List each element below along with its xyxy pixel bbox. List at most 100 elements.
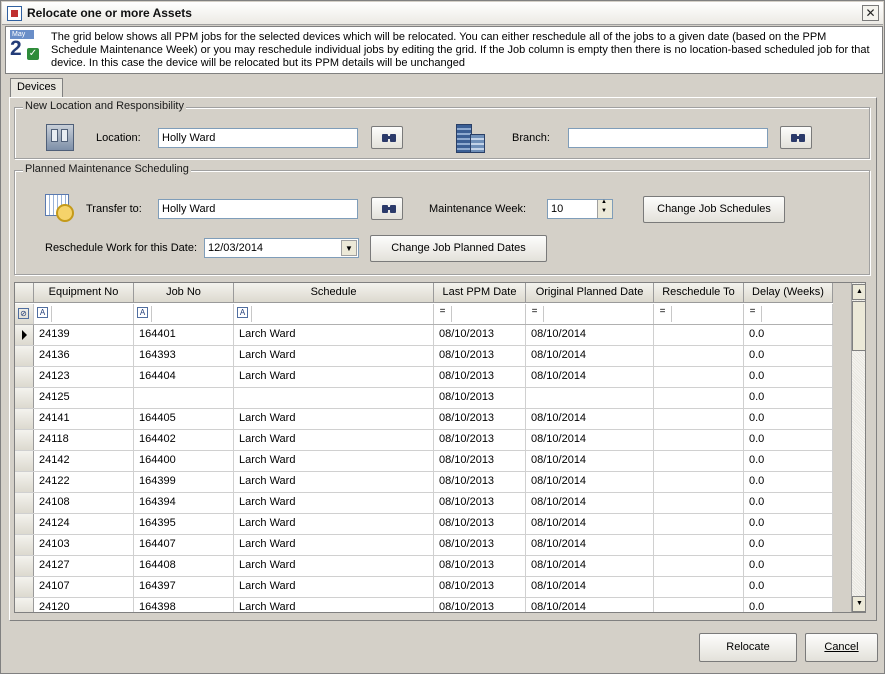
- cell-original-planned-date[interactable]: 08/10/2014: [526, 409, 654, 429]
- cell-original-planned-date[interactable]: 08/10/2014: [526, 577, 654, 597]
- cell-job-no[interactable]: 164400: [134, 451, 234, 471]
- scroll-up-icon[interactable]: ▲: [852, 284, 865, 300]
- location-lookup-button[interactable]: [371, 126, 403, 149]
- table-row[interactable]: 24124 164395 Larch Ward 08/10/2013 08/10/201…: [15, 514, 833, 535]
- table-row[interactable]: 24136 164393 Larch Ward 08/10/2013 08/10/201…: [15, 346, 833, 367]
- cell-original-planned-date[interactable]: 08/10/2014: [526, 535, 654, 555]
- row-selector[interactable]: [15, 556, 34, 576]
- cell-delay-weeks[interactable]: 0.0: [744, 472, 833, 492]
- transfer-to-field[interactable]: Holly Ward: [158, 199, 358, 219]
- row-selector[interactable]: [15, 451, 34, 471]
- cell-schedule[interactable]: Larch Ward: [234, 325, 434, 345]
- cell-delay-weeks[interactable]: 0.0: [744, 409, 833, 429]
- row-selector[interactable]: [15, 598, 34, 612]
- cell-original-planned-date[interactable]: 08/10/2014: [526, 556, 654, 576]
- cell-reschedule-to[interactable]: [654, 472, 744, 492]
- cell-original-planned-date[interactable]: 08/10/2014: [526, 472, 654, 492]
- cell-equipment-no[interactable]: 24107: [34, 577, 134, 597]
- cell-job-no[interactable]: 164397: [134, 577, 234, 597]
- cell-job-no[interactable]: 164394: [134, 493, 234, 513]
- branch-lookup-button[interactable]: [780, 126, 812, 149]
- cell-original-planned-date[interactable]: 08/10/2014: [526, 514, 654, 534]
- cell-job-no[interactable]: 164405: [134, 409, 234, 429]
- column-header-job-no[interactable]: Job No: [134, 283, 234, 303]
- column-header-schedule[interactable]: Schedule: [234, 283, 434, 303]
- filter-clear-icon[interactable]: ⊘: [18, 308, 29, 319]
- reschedule-date-picker[interactable]: 12/03/2014 ▼: [204, 238, 359, 258]
- cell-reschedule-to[interactable]: [654, 514, 744, 534]
- cell-last-ppm-date[interactable]: 08/10/2013: [434, 451, 526, 471]
- table-row[interactable]: 24127 164408 Larch Ward 08/10/2013 08/10/201…: [15, 556, 833, 577]
- cell-job-no[interactable]: 164402: [134, 430, 234, 450]
- tab-devices[interactable]: Devices: [10, 78, 63, 98]
- cell-last-ppm-date[interactable]: 08/10/2013: [434, 472, 526, 492]
- cell-equipment-no[interactable]: 24122: [34, 472, 134, 492]
- row-selector[interactable]: [15, 409, 34, 429]
- table-row[interactable]: 24142 164400 Larch Ward 08/10/2013 08/10/201…: [15, 451, 833, 472]
- cell-job-no[interactable]: 164395: [134, 514, 234, 534]
- filter-cell-original-planned-date[interactable]: =: [526, 304, 654, 324]
- table-row[interactable]: 24103 164407 Larch Ward 08/10/2013 08/10/201…: [15, 535, 833, 556]
- cell-schedule[interactable]: Larch Ward: [234, 535, 434, 555]
- row-selector[interactable]: [15, 472, 34, 492]
- cell-reschedule-to[interactable]: [654, 556, 744, 576]
- filter-cell-equipment-no[interactable]: A: [34, 304, 134, 324]
- row-selector[interactable]: [15, 325, 34, 345]
- cell-reschedule-to[interactable]: [654, 493, 744, 513]
- cell-delay-weeks[interactable]: 0.0: [744, 430, 833, 450]
- grid-vertical-scrollbar[interactable]: ▲ ▼: [851, 283, 865, 612]
- table-row[interactable]: 24107 164397 Larch Ward 08/10/2013 08/10/201…: [15, 577, 833, 598]
- table-row[interactable]: 24141 164405 Larch Ward 08/10/2013 08/10/201…: [15, 409, 833, 430]
- column-header-reschedule-to[interactable]: Reschedule To: [654, 283, 744, 303]
- row-selector[interactable]: [15, 493, 34, 513]
- cell-reschedule-to[interactable]: [654, 535, 744, 555]
- cell-last-ppm-date[interactable]: 08/10/2013: [434, 346, 526, 366]
- cell-equipment-no[interactable]: 24124: [34, 514, 134, 534]
- filter-cell-delay-weeks[interactable]: =: [744, 304, 833, 324]
- transfer-lookup-button[interactable]: [371, 197, 403, 220]
- filter-cell-schedule[interactable]: A: [234, 304, 434, 324]
- cell-equipment-no[interactable]: 24123: [34, 367, 134, 387]
- column-header-last-ppm-date[interactable]: Last PPM Date: [434, 283, 526, 303]
- cell-reschedule-to[interactable]: [654, 325, 744, 345]
- cell-delay-weeks[interactable]: 0.0: [744, 577, 833, 597]
- cell-job-no[interactable]: 164399: [134, 472, 234, 492]
- cell-equipment-no[interactable]: 24142: [34, 451, 134, 471]
- cell-last-ppm-date[interactable]: 08/10/2013: [434, 577, 526, 597]
- column-header-original-planned-date[interactable]: Original Planned Date: [526, 283, 654, 303]
- cell-equipment-no[interactable]: 24127: [34, 556, 134, 576]
- cell-job-no[interactable]: 164408: [134, 556, 234, 576]
- cell-reschedule-to[interactable]: [654, 430, 744, 450]
- cell-original-planned-date[interactable]: 08/10/2014: [526, 346, 654, 366]
- cell-last-ppm-date[interactable]: 08/10/2013: [434, 514, 526, 534]
- cell-delay-weeks[interactable]: 0.0: [744, 367, 833, 387]
- row-selector[interactable]: [15, 514, 34, 534]
- cell-schedule[interactable]: Larch Ward: [234, 409, 434, 429]
- cell-job-no[interactable]: 164398: [134, 598, 234, 612]
- table-row[interactable]: 24120 164398 Larch Ward 08/10/2013 08/10/201…: [15, 598, 833, 612]
- filter-operator-icon[interactable]: =: [747, 307, 758, 318]
- filter-operator-icon[interactable]: =: [657, 307, 668, 318]
- cell-schedule[interactable]: Larch Ward: [234, 430, 434, 450]
- table-row[interactable]: 24123 164404 Larch Ward 08/10/2013 08/10/201…: [15, 367, 833, 388]
- filter-operator-icon[interactable]: =: [437, 307, 448, 318]
- cell-last-ppm-date[interactable]: 08/10/2013: [434, 556, 526, 576]
- close-button[interactable]: ✕: [862, 5, 879, 21]
- change-job-schedules-button[interactable]: Change Job Schedules: [643, 196, 785, 223]
- cell-last-ppm-date[interactable]: 08/10/2013: [434, 598, 526, 612]
- filter-operator-icon[interactable]: A: [237, 307, 248, 318]
- cell-original-planned-date[interactable]: [526, 388, 654, 408]
- column-header-delay-weeks[interactable]: Delay (Weeks): [744, 283, 833, 303]
- cell-schedule[interactable]: Larch Ward: [234, 346, 434, 366]
- cell-equipment-no[interactable]: 24103: [34, 535, 134, 555]
- change-job-planned-dates-button[interactable]: Change Job Planned Dates: [370, 235, 547, 262]
- cell-equipment-no[interactable]: 24139: [34, 325, 134, 345]
- filter-cell-last-ppm-date[interactable]: =: [434, 304, 526, 324]
- cell-delay-weeks[interactable]: 0.0: [744, 514, 833, 534]
- cell-last-ppm-date[interactable]: 08/10/2013: [434, 409, 526, 429]
- cell-reschedule-to[interactable]: [654, 598, 744, 612]
- chevron-down-icon[interactable]: ▼: [341, 240, 357, 256]
- cell-delay-weeks[interactable]: 0.0: [744, 493, 833, 513]
- ppm-jobs-grid[interactable]: Equipment No Job No Schedule Last PPM Da…: [14, 282, 866, 613]
- cell-equipment-no[interactable]: 24118: [34, 430, 134, 450]
